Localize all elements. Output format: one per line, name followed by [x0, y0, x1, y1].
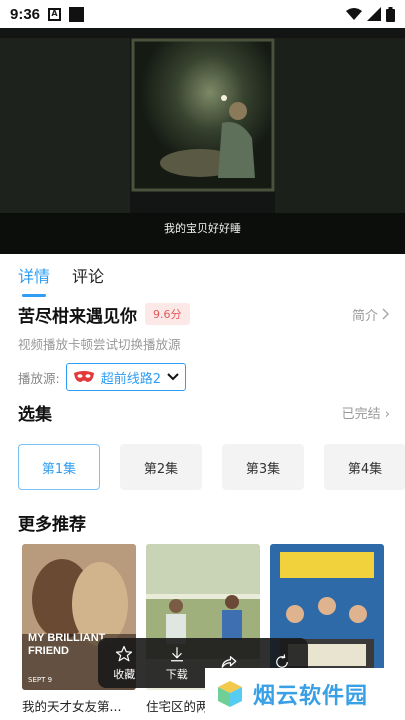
episodes-header: 选集 已完结 ›: [18, 400, 390, 425]
tab-comments[interactable]: 评论: [72, 263, 104, 291]
episodes-title: 选集: [18, 405, 52, 425]
video-subtitle: 我的宝贝好好睡: [164, 222, 241, 235]
favorite-label: 收藏: [113, 667, 136, 681]
source-select[interactable]: 超前线路2: [65, 363, 186, 391]
chevron-right-icon: [382, 308, 390, 320]
intro-link[interactable]: 简介: [352, 305, 390, 324]
source-value: 超前线路2: [100, 371, 161, 387]
title-row: 苦尽柑来遇见你 9.6分 简介: [18, 300, 390, 328]
status-icons: [346, 6, 395, 22]
episode-item[interactable]: 第3集: [222, 444, 304, 490]
watermark: 烟云软件园: [205, 668, 405, 720]
episode-item[interactable]: 第1集: [18, 444, 100, 490]
episodes-status-label: 已完结: [341, 407, 381, 422]
download-button[interactable]: 下载: [156, 645, 198, 682]
cube-logo-icon: [218, 681, 242, 707]
poster-footer: SEPT 9: [28, 676, 53, 684]
intro-label: 简介: [351, 308, 378, 324]
favorite-button[interactable]: 收藏: [103, 645, 145, 682]
episode-list: 第1集 第2集 第3集 第4集: [18, 444, 405, 492]
score-badge: 9.6分: [145, 303, 190, 325]
detail-tabs: 详情 评论: [0, 258, 405, 297]
recommendations-title: 更多推荐: [18, 515, 86, 535]
tab-details[interactable]: 详情: [18, 263, 50, 297]
notification-square-icon: [69, 6, 85, 22]
episode-item[interactable]: 第2集: [120, 444, 202, 490]
episodes-status[interactable]: 已完结 ›: [342, 403, 390, 422]
recommendation-card[interactable]: MY BRILLIANT FRIEND SEPT 9 我的天才女友第...: [22, 544, 136, 720]
wifi-icon: [346, 7, 362, 20]
watermark-text: 烟云软件园: [253, 684, 369, 709]
mask-icon: [73, 371, 94, 382]
playback-hint: 视频播放卡顿尝试切换播放源: [18, 337, 181, 352]
a-notification-icon: A: [48, 7, 62, 21]
source-label: 播放源:: [18, 370, 60, 386]
download-icon: [170, 646, 183, 661]
recommendations-header: 更多推荐: [18, 510, 390, 535]
source-row: 播放源: 超前线路2: [18, 363, 186, 391]
status-bar: 9:36 A: [0, 0, 405, 28]
signal-icon: [367, 7, 381, 21]
star-icon: [116, 645, 133, 661]
chevron-down-icon: [167, 373, 179, 381]
status-time: 9:36: [10, 5, 41, 23]
video-player[interactable]: 我的宝贝好好睡: [0, 28, 405, 254]
recommendation-title: 我的天才女友第...: [22, 699, 122, 714]
episode-item[interactable]: 第4集: [324, 444, 405, 490]
chevron-right-icon: ›: [384, 407, 390, 422]
show-title: 苦尽柑来遇见你: [18, 306, 137, 327]
download-label: 下载: [165, 667, 188, 681]
battery-icon: [386, 6, 395, 22]
